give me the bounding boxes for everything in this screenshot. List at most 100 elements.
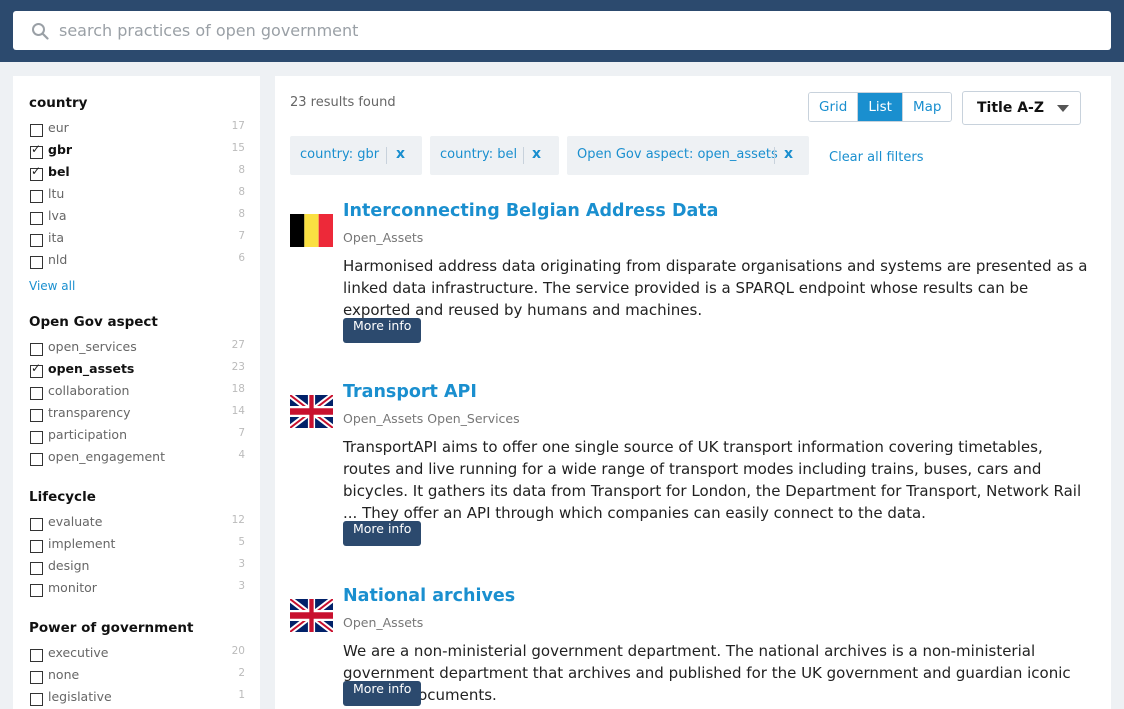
facet-option[interactable]: open_engagement 4 <box>29 449 260 471</box>
facet-group: Power of government executive 20 none 2 legis… <box>29 619 260 709</box>
facet-option-label: executive <box>48 645 109 660</box>
checkbox[interactable] <box>30 649 43 662</box>
facet-option[interactable]: implement 5 <box>29 536 260 558</box>
facet-option-label: open_services <box>48 339 137 354</box>
facet-option-label: transparency <box>48 405 131 420</box>
results-panel: 23 results found Grid List Map Title A-Z… <box>275 76 1111 709</box>
checkbox[interactable] <box>30 431 43 444</box>
facet-option[interactable]: nld 6 <box>29 252 260 274</box>
checkbox[interactable] <box>30 671 43 684</box>
checkbox[interactable] <box>30 142 43 159</box>
facet-option[interactable]: design 3 <box>29 558 260 580</box>
result-tags: Open_Assets <box>343 615 424 630</box>
facet-option-count: 4 <box>238 449 245 461</box>
checkbox[interactable] <box>30 387 43 400</box>
facet-option-label: ita <box>48 230 65 245</box>
search-input[interactable] <box>59 11 1099 50</box>
view-list-button[interactable]: List <box>857 93 902 121</box>
facet-group: country eur 17 gbr 15 bel 8 ltu 8 lva 8 ita 7 nld 6 Vie… <box>29 94 260 296</box>
facet-option-count: 6 <box>238 252 245 264</box>
chip-label: country: bel <box>440 147 518 162</box>
facet-option-label: implement <box>48 536 116 551</box>
result-description: Harmonised address data originating from… <box>343 257 1088 319</box>
checkbox[interactable] <box>30 234 43 247</box>
chip-label: country: gbr <box>300 147 380 162</box>
facet-group: Open Gov aspect open_services 27 open_asset… <box>29 313 260 471</box>
checkbox[interactable] <box>30 540 43 553</box>
facet-option-count: 12 <box>231 514 245 526</box>
chip-divider <box>386 147 387 164</box>
facet-group: Lifecycle evaluate 12 implement 5 design 3 moni… <box>29 488 260 602</box>
facet-option-count: 20 <box>231 645 245 657</box>
view-grid-button[interactable]: Grid <box>809 93 858 121</box>
facet-title: Open Gov aspect <box>29 314 158 330</box>
facet-option-label: lva <box>48 208 67 223</box>
facet-option[interactable]: monitor 3 <box>29 580 260 602</box>
checkbox[interactable] <box>30 518 43 531</box>
checkbox[interactable] <box>30 256 43 269</box>
facet-option[interactable]: bel 8 <box>29 164 260 186</box>
view-map-button[interactable]: Map <box>901 93 952 121</box>
facet-option[interactable]: open_services 27 <box>29 339 260 361</box>
checkbox[interactable] <box>30 453 43 466</box>
facet-option[interactable]: ita 7 <box>29 230 260 252</box>
facet-option[interactable]: lva 8 <box>29 208 260 230</box>
facet-option-label: nld <box>48 252 68 267</box>
facet-option-label: open_engagement <box>48 449 165 464</box>
search-box[interactable] <box>13 11 1111 50</box>
clear-all-filters-link[interactable]: Clear all filters <box>829 150 923 165</box>
checkbox[interactable] <box>30 693 43 706</box>
chip-divider <box>523 147 524 164</box>
more-info-button[interactable]: More info <box>343 521 422 546</box>
checkbox[interactable] <box>30 190 43 203</box>
result-title[interactable]: Interconnecting Belgian Address Data <box>343 201 718 221</box>
facet-title: Lifecycle <box>29 489 96 505</box>
facet-option[interactable]: none 2 <box>29 667 260 689</box>
checkbox[interactable] <box>30 409 43 422</box>
facet-option-count: 2 <box>238 667 245 679</box>
checkbox[interactable] <box>30 343 43 356</box>
view-all-link[interactable]: View all <box>29 276 260 296</box>
result-title[interactable]: Transport API <box>343 382 477 402</box>
facet-option-count: 27 <box>231 339 245 351</box>
facet-option-count: 17 <box>231 120 245 132</box>
result-title[interactable]: National archives <box>343 586 515 606</box>
facet-option[interactable]: participation 7 <box>29 427 260 449</box>
checkbox[interactable] <box>30 164 43 181</box>
filter-chip-country-bel: country: bel x <box>430 136 559 175</box>
facet-option[interactable]: transparency 14 <box>29 405 260 427</box>
facet-option-label: design <box>48 558 90 573</box>
more-info-button[interactable]: More info <box>343 681 422 706</box>
remove-filter-button[interactable]: x <box>784 146 793 162</box>
uk-flag-icon <box>290 395 333 428</box>
checkbox[interactable] <box>30 124 43 137</box>
facet-option[interactable]: executive 20 <box>29 645 260 667</box>
checkbox[interactable] <box>30 584 43 597</box>
checkbox[interactable] <box>30 361 43 378</box>
result-description: TransportAPI aims to offer one single so… <box>343 438 1082 522</box>
checkbox[interactable] <box>30 562 43 575</box>
remove-filter-button[interactable]: x <box>532 146 541 162</box>
belgium-flag-icon <box>290 214 333 247</box>
facet-option-label: participation <box>48 427 127 442</box>
more-info-button[interactable]: More info <box>343 318 422 343</box>
sort-select[interactable]: Title A-Z <box>962 91 1081 125</box>
search-icon <box>32 23 49 40</box>
facet-option[interactable]: open_assets 23 <box>29 361 260 383</box>
facet-option[interactable]: collaboration 18 <box>29 383 260 405</box>
facet-option[interactable]: evaluate 12 <box>29 514 260 536</box>
caret-down-icon <box>1057 105 1069 112</box>
header-bar <box>0 0 1124 62</box>
facet-option[interactable]: legislative 1 <box>29 689 260 709</box>
checkbox[interactable] <box>30 212 43 225</box>
facet-option-label: ltu <box>48 186 65 201</box>
facet-title: Power of government <box>29 620 194 636</box>
remove-filter-button[interactable]: x <box>396 146 405 162</box>
filter-sidebar: countryeur17gbr15bel8ltu8lva8ita7nld6Vie… <box>13 76 260 709</box>
facet-option[interactable]: ltu 8 <box>29 186 260 208</box>
facet-option-label: monitor <box>48 580 97 595</box>
facet-option[interactable]: eur 17 <box>29 120 260 142</box>
facet-option-count: 7 <box>238 230 245 242</box>
facet-option[interactable]: gbr 15 <box>29 142 260 164</box>
view-toggle: Grid List Map <box>808 92 953 122</box>
